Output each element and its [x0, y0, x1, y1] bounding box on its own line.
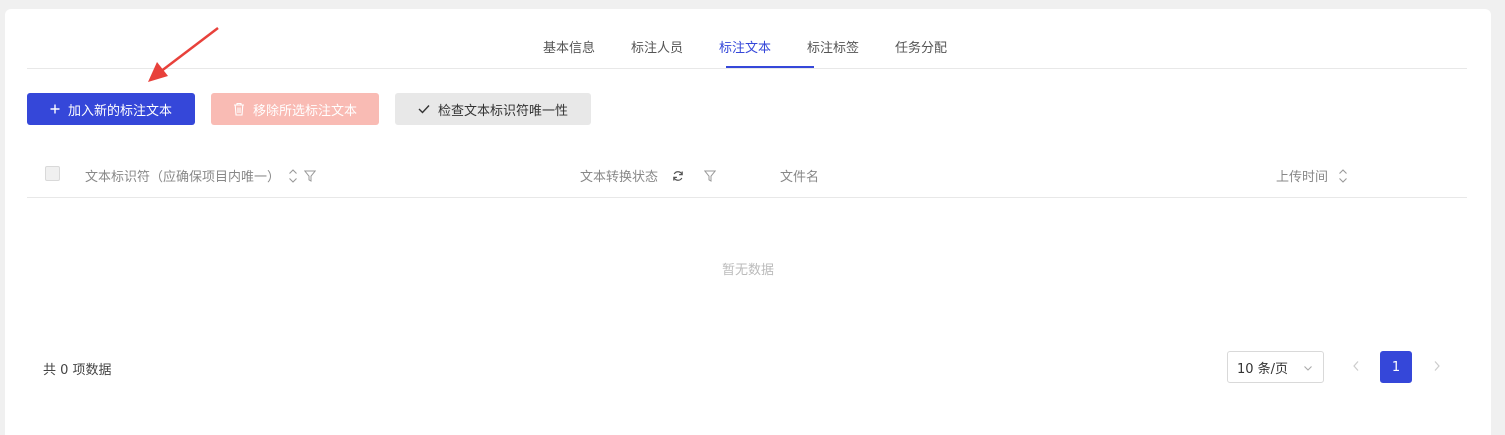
filter-icon[interactable]	[304, 170, 317, 182]
column-upload-time-label: 上传时间	[1276, 170, 1329, 185]
column-file-name-label: 文件名	[780, 170, 820, 185]
check-icon	[418, 104, 430, 114]
column-text-identifier: 文本标识符（应确保项目内唯一）	[85, 166, 317, 185]
plus-icon	[50, 104, 60, 114]
column-text-identifier-label: 文本标识符（应确保项目内唯一）	[85, 170, 281, 185]
trash-icon	[233, 102, 245, 116]
chevron-right-icon	[1434, 361, 1440, 371]
check-uniqueness-button-label: 检查文本标识符唯一性	[437, 103, 568, 119]
chevron-left-icon	[1353, 361, 1359, 371]
next-page-button[interactable]	[1432, 358, 1442, 378]
filter-icon[interactable]	[704, 170, 717, 182]
tab-basic-info[interactable]: 基本信息	[543, 37, 595, 56]
refresh-icon[interactable]	[672, 170, 684, 182]
page-size-value: 10 条/页	[1237, 361, 1289, 377]
column-file-name: 文件名	[780, 166, 819, 185]
table-header: 文本标识符（应确保项目内唯一） 文本转换状态 文件名 上传时间	[27, 150, 1467, 198]
tab-annotation-labels[interactable]: 标注标签	[807, 37, 859, 56]
prev-page-button[interactable]	[1351, 358, 1361, 378]
main-card: 基本信息 标注人员 标注文本 标注标签 任务分配 加入新的标注文本 移除所选标注…	[5, 9, 1491, 435]
check-uniqueness-button[interactable]: 检查文本标识符唯一性	[395, 93, 591, 125]
total-count: 共 0 项数据	[43, 363, 112, 378]
page-size-select[interactable]: 10 条/页	[1227, 351, 1324, 383]
column-conversion-status-label: 文本转换状态	[580, 170, 659, 185]
page-number-current[interactable]: 1	[1380, 351, 1412, 383]
add-text-button-label: 加入新的标注文本	[67, 103, 172, 119]
tab-bar: 基本信息 标注人员 标注文本 标注标签 任务分配	[27, 27, 1467, 69]
tab-annotation-texts[interactable]: 标注文本	[719, 37, 771, 56]
sort-icon[interactable]	[1338, 167, 1348, 185]
empty-state-text: 暂无数据	[721, 263, 774, 278]
remove-selected-button[interactable]: 移除所选标注文本	[211, 93, 379, 125]
column-upload-time: 上传时间	[1276, 166, 1348, 185]
tab-annotators[interactable]: 标注人员	[631, 37, 683, 56]
active-tab-indicator	[726, 66, 814, 68]
sort-icon[interactable]	[288, 167, 298, 185]
select-all-checkbox[interactable]	[45, 166, 60, 181]
add-text-button[interactable]: 加入新的标注文本	[27, 93, 195, 125]
remove-selected-button-label: 移除所选标注文本	[252, 103, 357, 119]
chevron-down-icon	[1303, 362, 1313, 377]
tab-task-assignment[interactable]: 任务分配	[895, 37, 947, 56]
column-conversion-status: 文本转换状态	[580, 166, 717, 185]
